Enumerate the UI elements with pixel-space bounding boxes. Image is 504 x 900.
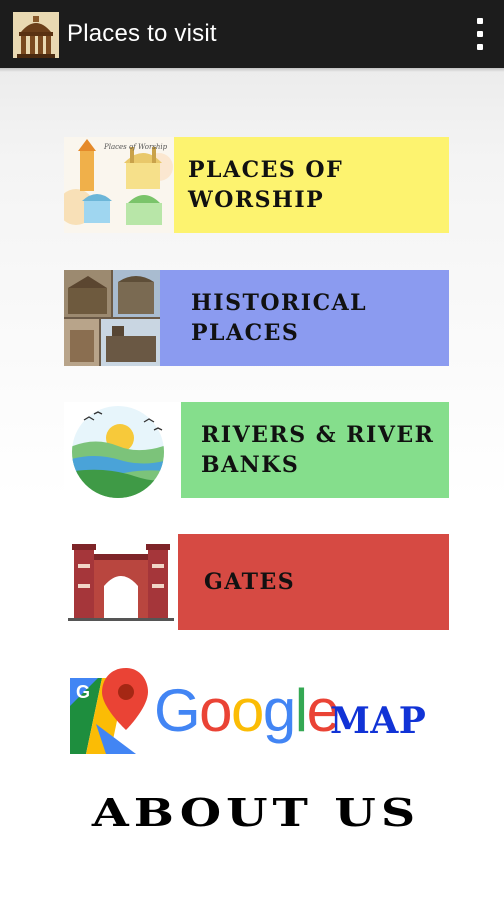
google-letter: g: [262, 677, 296, 744]
svg-text:G: G: [76, 682, 90, 702]
map-label: MAP: [330, 700, 427, 742]
tile-places-of-worship[interactable]: Places of Worship PLACES OF WORSHIP: [64, 137, 449, 233]
thumbnail-caption: Places of Worship: [103, 143, 168, 151]
overflow-menu-icon[interactable]: [474, 18, 486, 50]
tile-gates[interactable]: GATES: [64, 534, 449, 630]
tile-historical-places[interactable]: HISTORICAL PLACES: [64, 270, 449, 366]
tile-label: GATES: [204, 569, 296, 595]
historical-places-thumbnail: [64, 270, 160, 366]
google-wordmark: Google: [154, 677, 340, 744]
tile-rivers-and-river-banks[interactable]: RIVERS & RIVER BANKS: [64, 402, 449, 498]
google-map-link[interactable]: G Google MAP: [66, 664, 446, 758]
places-of-worship-thumbnail: Places of Worship: [64, 137, 174, 233]
gates-thumbnail: [64, 534, 178, 630]
google-maps-icon: G: [70, 668, 148, 754]
app-title: Places to visit: [67, 20, 217, 47]
rivers-thumbnail: [64, 402, 181, 498]
app-bar: Places to visit: [0, 0, 504, 68]
google-letter: o: [199, 677, 232, 744]
tile-label: PLACES OF WORSHIP: [188, 157, 344, 213]
temple-icon: [13, 12, 59, 58]
tile-label: HISTORICAL PLACES: [191, 290, 368, 346]
google-letter: l: [294, 677, 308, 744]
tile-label: RIVERS & RIVER BANKS: [201, 422, 435, 478]
google-letter: G: [154, 677, 201, 744]
app-bar-shadow: [0, 68, 504, 72]
about-us-button[interactable]: ABOUT US: [21, 790, 491, 838]
google-letter: o: [231, 677, 264, 744]
